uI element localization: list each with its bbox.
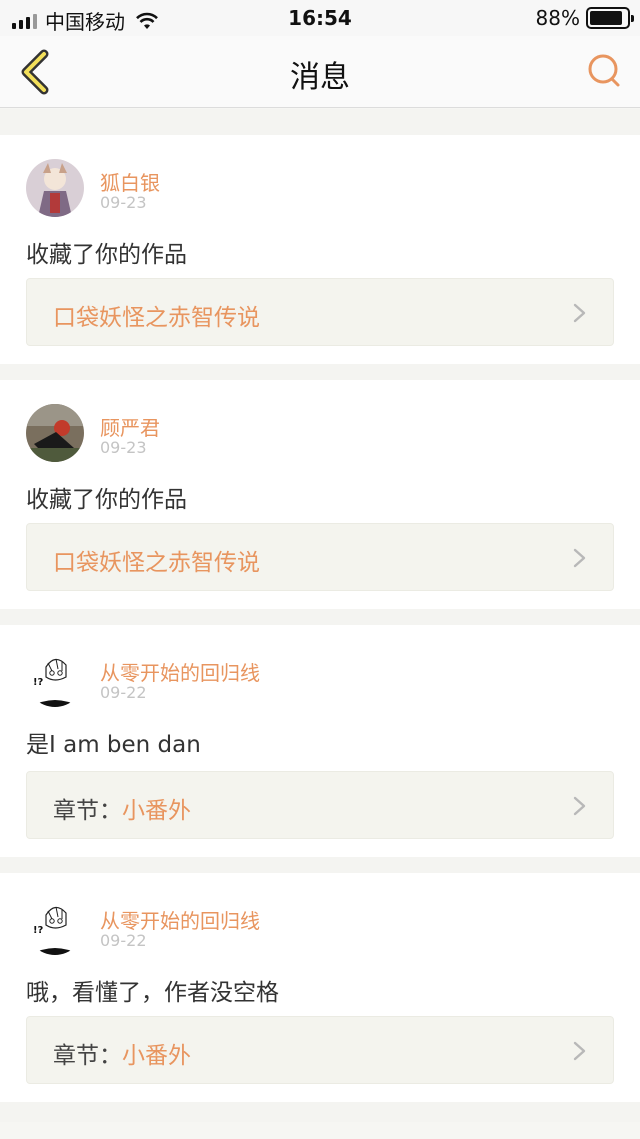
message-text: 是I am ben dan	[26, 732, 201, 758]
message-card: !? 从零开始的回归线 09-22 是I am ben dan 章节：小番外	[0, 625, 640, 857]
message-date: 09-23	[100, 193, 147, 212]
status-bar: 中国移动 16:54 88%	[0, 0, 640, 36]
work-link[interactable]: 口袋妖怪之赤智传说	[26, 523, 614, 591]
search-icon	[588, 54, 620, 87]
spacer	[0, 609, 640, 625]
chevron-right-icon	[573, 1041, 586, 1061]
nav-bar: 消息	[0, 36, 640, 108]
username[interactable]: 从零开始的回归线	[100, 657, 260, 686]
avatar[interactable]: !?	[26, 897, 84, 955]
work-link-text: 口袋妖怪之赤智传说	[53, 543, 260, 577]
chevron-right-icon	[573, 796, 586, 816]
username[interactable]: 狐白银	[100, 167, 160, 196]
message-card: 狐白银 09-23 收藏了你的作品 口袋妖怪之赤智传说	[0, 135, 640, 364]
avatar[interactable]	[26, 404, 84, 462]
page-title: 消息	[290, 60, 350, 95]
chapter-link-text: 章节：小番外	[53, 1036, 191, 1070]
spacer	[0, 1102, 640, 1122]
chapter-link[interactable]: 章节：小番外	[26, 771, 614, 839]
message-date: 09-22	[100, 683, 147, 702]
avatar[interactable]: !?	[26, 649, 84, 707]
battery-fill	[590, 11, 622, 25]
battery-icon	[586, 7, 634, 29]
message-date: 09-23	[100, 438, 147, 457]
username[interactable]: 从零开始的回归线	[100, 905, 260, 934]
message-text: 哦，看懂了，作者没空格	[26, 980, 279, 1006]
chevron-right-icon	[573, 548, 586, 568]
message-date: 09-22	[100, 931, 147, 950]
status-right: 88%	[535, 6, 634, 30]
message-card: !? 从零开始的回归线 09-22 哦，看懂了，作者没空格 章节：小番外	[0, 873, 640, 1102]
ref-label: 章节：	[53, 798, 122, 824]
chevron-right-icon	[573, 303, 586, 323]
spacer	[0, 109, 640, 135]
message-text: 收藏了你的作品	[26, 242, 187, 268]
spacer	[0, 857, 640, 873]
work-link-text: 口袋妖怪之赤智传说	[53, 298, 260, 332]
ref-title: 口袋妖怪之赤智传说	[53, 550, 260, 576]
avatar[interactable]	[26, 159, 84, 217]
message-list: 狐白银 09-23 收藏了你的作品 口袋妖怪之赤智传说 顾严君 09-23 收藏…	[0, 109, 640, 1122]
chapter-link-text: 章节：小番外	[53, 791, 191, 825]
work-link[interactable]: 口袋妖怪之赤智传说	[26, 278, 614, 346]
search-button[interactable]	[584, 50, 626, 92]
battery-percent: 88%	[535, 6, 580, 30]
username[interactable]: 顾严君	[100, 412, 160, 441]
message-text: 收藏了你的作品	[26, 487, 187, 513]
svg-text:!?: !?	[33, 925, 44, 936]
ref-title: 小番外	[122, 1043, 191, 1069]
ref-title: 小番外	[122, 798, 191, 824]
message-card: 顾严君 09-23 收藏了你的作品 口袋妖怪之赤智传说	[0, 380, 640, 609]
ref-label: 章节：	[53, 1043, 122, 1069]
ref-title: 口袋妖怪之赤智传说	[53, 305, 260, 331]
chapter-link[interactable]: 章节：小番外	[26, 1016, 614, 1084]
spacer	[0, 364, 640, 380]
svg-text:!?: !?	[33, 677, 44, 688]
